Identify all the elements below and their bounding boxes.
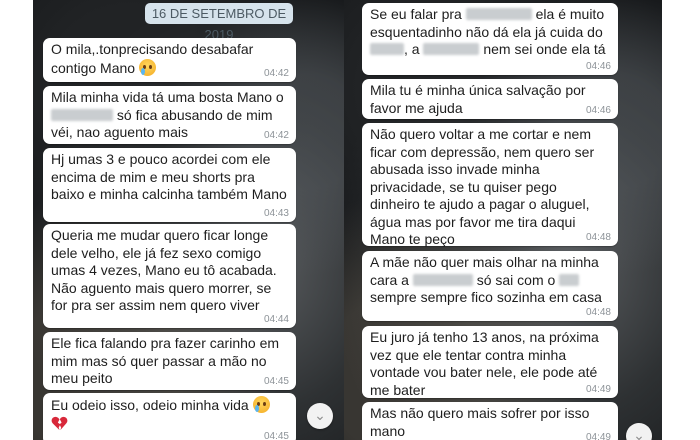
message-bubble[interactable]: O mila,.tonprecisando desabafar contigo … — [43, 38, 296, 82]
message-text: Queria me mudar quero ficar longe dele v… — [51, 227, 277, 313]
message-time: 04:42 — [263, 68, 289, 79]
message-time: 04:44 — [263, 314, 289, 325]
redacted-name — [412, 273, 473, 286]
chevron-down-icon: ⌄ — [314, 407, 326, 423]
message-time: 04:42 — [263, 130, 289, 141]
message-text: Não quero voltar a me cortar e nem ficar… — [370, 126, 595, 247]
redacted-name — [51, 108, 113, 121]
message-text: Ele fica falando pra fazer carinho em mi… — [51, 335, 280, 386]
message-time: 04:48 — [585, 307, 611, 318]
redacted-name — [423, 43, 480, 55]
message-text: A mãe não quer mais olhar na minha cara … — [370, 254, 602, 305]
chat-panel-left: 16 DE SETEMBRO DE 2019 O mila,.tonprecis… — [33, 0, 353, 440]
message-text: Mila tu é minha única salvação por favor… — [370, 82, 586, 116]
message-time: 04:45 — [263, 431, 289, 440]
chat-panel-right: Se eu falar pra ela é muito esquentadinh… — [344, 0, 662, 440]
message-bubble[interactable]: Se eu falar pra ela é muito esquentadinh… — [362, 3, 618, 75]
message-text: Mas não quero mais sofrer por isso mano — [370, 405, 590, 439]
message-text: Mila minha vida tá uma bosta Mano o só f… — [51, 89, 284, 140]
message-time: 04:43 — [263, 208, 289, 219]
message-bubble[interactable]: Ele fica falando pra fazer carinho em mi… — [43, 332, 296, 390]
message-bubble[interactable]: Mila tu é minha única salvação por favor… — [362, 79, 618, 119]
date-separator: 16 DE SETEMBRO DE 2019 — [145, 3, 293, 42]
message-bubble[interactable]: Queria me mudar quero ficar longe dele v… — [43, 224, 296, 328]
broken-heart-icon — [51, 416, 68, 430]
message-bubble[interactable]: Hj umas 3 e pouco acordei com ele encima… — [43, 148, 296, 222]
message-time: 04:45 — [263, 376, 289, 387]
message-bubble[interactable]: Mila minha vida tá uma bosta Mano o só f… — [43, 86, 296, 144]
redacted-name — [465, 8, 532, 20]
message-text: Eu odeio isso, odeio minha vida — [51, 396, 288, 432]
message-text: Se eu falar pra ela é muito esquentadinh… — [370, 6, 606, 57]
message-bubble[interactable]: A mãe não quer mais olhar na minha cara … — [362, 251, 618, 321]
redacted-name — [559, 273, 580, 286]
message-text: Eu juro já tenho 13 anos, na próxima vez… — [370, 329, 599, 398]
message-time: 04:49 — [585, 384, 611, 395]
scroll-down-button[interactable]: ⌄ — [626, 423, 652, 440]
message-time: 04:49 — [585, 432, 611, 440]
message-bubble[interactable]: Eu juro já tenho 13 anos, na próxima vez… — [362, 326, 618, 398]
message-text: O mila,.tonprecisando desabafar contigo … — [51, 41, 254, 76]
message-time: 04:48 — [585, 232, 611, 243]
crying-face-icon — [252, 396, 270, 413]
message-bubble[interactable]: Mas não quero mais sofrer por isso mano … — [362, 402, 618, 440]
message-time: 04:46 — [585, 61, 611, 72]
message-bubble[interactable]: Eu odeio isso, odeio minha vida 04:45 — [43, 393, 296, 440]
message-time: 04:46 — [585, 105, 611, 116]
redacted-name — [370, 43, 404, 55]
chevron-down-icon: ⌄ — [633, 427, 645, 440]
message-text: Hj umas 3 e pouco acordei com ele encima… — [51, 151, 287, 202]
message-bubble[interactable]: Não quero voltar a me cortar e nem ficar… — [362, 123, 618, 247]
scroll-down-button[interactable]: ⌄ — [307, 403, 333, 429]
crying-face-icon — [138, 58, 156, 76]
